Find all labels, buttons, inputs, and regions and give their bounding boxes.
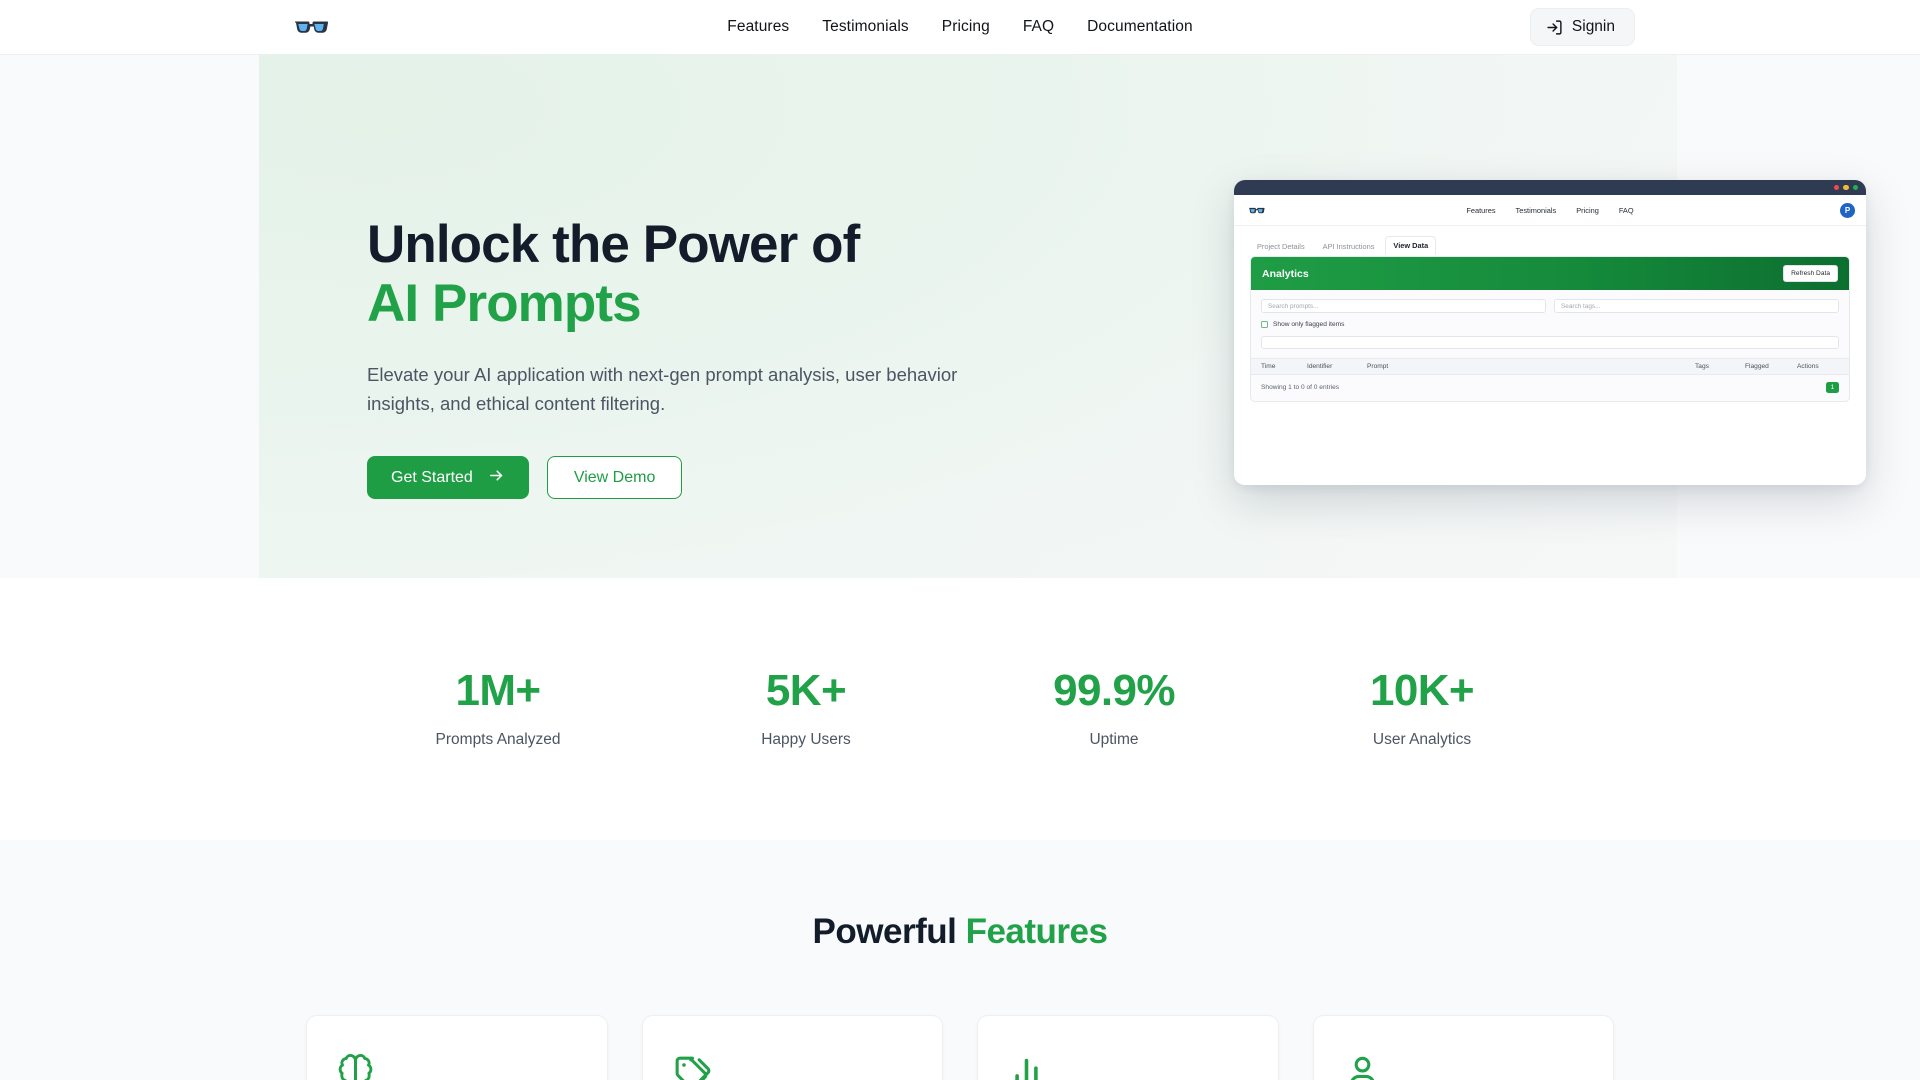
- mockup-th-flagged: Flagged: [1745, 363, 1769, 370]
- features-heading: Powerful Features: [0, 912, 1920, 952]
- mockup-nav-link-pricing: Pricing: [1576, 205, 1599, 215]
- stat-label: Uptime: [1089, 731, 1139, 748]
- mockup-nav-link-faq: FAQ: [1618, 205, 1634, 215]
- mockup-table-header-row: Time Identifier Prompt Tags Flagged Acti…: [1251, 358, 1849, 375]
- signin-button[interactable]: Signin: [1529, 8, 1635, 46]
- brain-icon: [335, 1049, 579, 1080]
- stat-user-analytics: 10K+ User Analytics: [1268, 669, 1576, 749]
- hero-headline: Unlock the Power of AI Prompts: [367, 215, 1027, 334]
- mockup-filter-area: Search prompts... Search tags... Show on…: [1251, 290, 1849, 349]
- mockup-sunglasses-logo: [1248, 205, 1265, 216]
- stat-label: Happy Users: [761, 731, 851, 748]
- tags-icon: [671, 1049, 915, 1080]
- login-arrow-icon: [1546, 19, 1563, 36]
- mockup-nav-link-features: Features: [1466, 205, 1496, 215]
- stat-prompts-analyzed: 1M+ Prompts Analyzed: [344, 669, 652, 749]
- mockup-th-actions: Actions: [1797, 363, 1819, 370]
- mockup-th-identifier: Identifier: [1307, 363, 1333, 370]
- window-close-dot: [1833, 184, 1839, 191]
- feature-card-detailed-reporting[interactable]: Detailed Reporting: [977, 1015, 1279, 1080]
- mockup-table-footer: Showing 1 to 0 of 0 entries 1: [1251, 375, 1849, 401]
- nav-link-documentation[interactable]: Documentation: [1087, 18, 1193, 36]
- mockup-flagged-checkbox: [1261, 321, 1268, 328]
- window-minimize-dot: [1843, 184, 1849, 191]
- hero-gradient-panel: Unlock the Power of AI Prompts Elevate y…: [259, 55, 1866, 578]
- mockup-analytics-panel: Analytics Refresh Data Search prompts...…: [1250, 256, 1850, 402]
- get-started-button[interactable]: Get Started: [367, 456, 529, 500]
- mockup-th-prompt: Prompt: [1367, 363, 1389, 370]
- mockup-panel-title: Analytics: [1262, 267, 1309, 280]
- bar-chart-icon: [1006, 1049, 1250, 1080]
- mockup-window-titlebar: [1234, 180, 1866, 195]
- mockup-tab-strip: Project Details API Instructions View Da…: [1250, 236, 1850, 255]
- stat-value: 10K+: [1369, 666, 1475, 715]
- stat-value: 99.9%: [1053, 666, 1175, 715]
- stat-label: User Analytics: [1372, 731, 1472, 748]
- mockup-nav-link-testimonials: Testimonials: [1515, 205, 1557, 215]
- mockup-tab-view-data: View Data: [1385, 236, 1437, 255]
- primary-nav-links: Features Testimonials Pricing FAQ Docume…: [727, 18, 1192, 36]
- hero-app-mockup: Features Testimonials Pricing FAQ P Proj…: [1234, 180, 1866, 485]
- features-section: Powerful Features AI-Powered Analytics: [0, 840, 1920, 1080]
- mockup-panel-header: Analytics Refresh Data: [1251, 257, 1849, 290]
- arrow-right-icon: [488, 467, 505, 489]
- mockup-wide-input: [1261, 336, 1839, 349]
- get-started-label: Get Started: [391, 468, 473, 486]
- mockup-body: Project Details API Instructions View Da…: [1234, 226, 1866, 485]
- features-heading-plain: Powerful: [812, 912, 966, 951]
- mockup-refresh-data-button: Refresh Data: [1783, 265, 1838, 282]
- sunglasses-logo[interactable]: [290, 14, 332, 40]
- mockup-entries-count: Showing 1 to 0 of 0 entries: [1261, 384, 1340, 391]
- nav-link-features[interactable]: Features: [727, 18, 789, 36]
- mockup-th-time: Time: [1261, 363, 1276, 370]
- mockup-tab-project-details: Project Details: [1257, 242, 1305, 251]
- hero-headline-line2: AI Prompts: [367, 274, 642, 334]
- stat-label: Prompts Analyzed: [435, 731, 561, 748]
- mockup-flagged-checkbox-row: Show only flagged items: [1261, 321, 1839, 328]
- stats-grid: 1M+ Prompts Analyzed 5K+ Happy Users 99.…: [344, 669, 1576, 749]
- hero-cta-group: Get Started View Demo: [367, 456, 1027, 500]
- stat-value: 1M+: [455, 666, 541, 715]
- user-icon: [1342, 1049, 1586, 1080]
- hero-copy: Unlock the Power of AI Prompts Elevate y…: [367, 215, 1027, 500]
- hero-subtitle: Elevate your AI application with next-ge…: [367, 363, 958, 414]
- feature-card-analyze-user-behavior[interactable]: Analyze User Behavior: [1312, 1015, 1614, 1080]
- features-heading-accent: Features: [965, 912, 1108, 951]
- mockup-pagination-page-1: 1: [1826, 382, 1839, 393]
- nav-link-faq[interactable]: FAQ: [1023, 18, 1054, 36]
- mockup-flagged-checkbox-label: Show only flagged items: [1273, 321, 1345, 328]
- stat-uptime: 99.9% Uptime: [960, 669, 1268, 749]
- mockup-search-tags-input: Search tags...: [1554, 299, 1839, 313]
- hero-headline-line1: Unlock the Power of: [367, 215, 860, 274]
- stats-section: 1M+ Prompts Analyzed 5K+ Happy Users 99.…: [0, 578, 1920, 840]
- window-maximize-dot: [1852, 184, 1858, 191]
- feature-card-ai-powered-analytics[interactable]: AI-Powered Analytics: [306, 1015, 608, 1080]
- stat-happy-users: 5K+ Happy Users: [652, 669, 960, 749]
- nav-link-testimonials[interactable]: Testimonials: [822, 18, 908, 36]
- stat-value: 5K+: [765, 666, 847, 715]
- mockup-tab-api-instructions: API Instructions: [1322, 242, 1375, 251]
- feature-card-auto-categorization[interactable]: Auto-Categorization: [641, 1015, 943, 1080]
- mockup-navbar: Features Testimonials Pricing FAQ P: [1234, 195, 1866, 226]
- top-navigation-bar: Features Testimonials Pricing FAQ Docume…: [0, 0, 1920, 55]
- signin-label: Signin: [1571, 18, 1615, 35]
- mockup-nav-links: Features Testimonials Pricing FAQ: [1466, 206, 1633, 215]
- hero-section: Unlock the Power of AI Prompts Elevate y…: [0, 55, 1920, 578]
- mockup-search-prompts-input: Search prompts...: [1261, 299, 1546, 313]
- feature-cards-grid: AI-Powered Analytics Auto-Categorization: [306, 1015, 1614, 1080]
- mockup-th-tags: Tags: [1695, 363, 1709, 370]
- view-demo-button[interactable]: View Demo: [546, 456, 683, 500]
- view-demo-label: View Demo: [573, 468, 656, 486]
- nav-link-pricing[interactable]: Pricing: [942, 18, 990, 36]
- mockup-user-avatar: P: [1840, 202, 1855, 218]
